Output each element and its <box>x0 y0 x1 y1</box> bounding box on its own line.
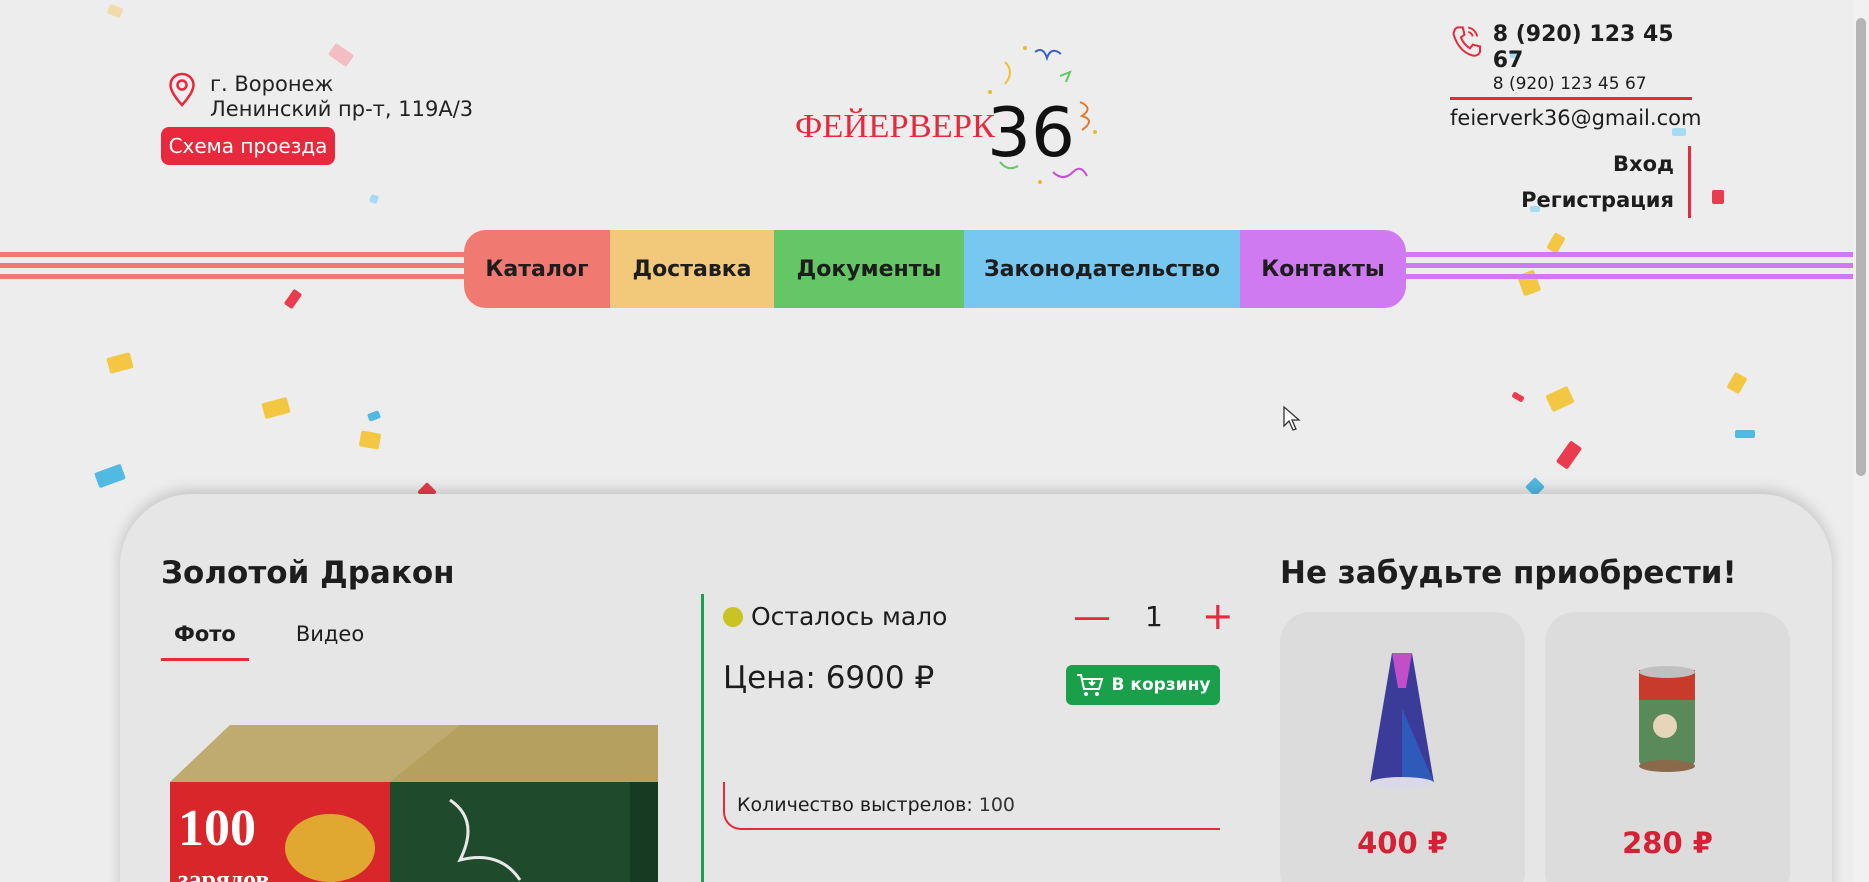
product-divider <box>701 594 704 882</box>
recommendation-price: 280 ₽ <box>1622 826 1713 860</box>
cart-icon <box>1076 674 1103 696</box>
cone-firework-image <box>1370 653 1434 789</box>
login-link[interactable]: Вход <box>1521 146 1674 182</box>
qty-plus-button[interactable]: + <box>1201 596 1235 636</box>
spec-label: Количество выстрелов: <box>737 794 973 816</box>
nav-stripes-left <box>0 252 466 284</box>
stock-dot-icon <box>723 606 743 627</box>
site-logo[interactable]: ФЕЙЕРВЕРК 36 <box>795 32 1115 202</box>
auth-links: Вход Регистрация <box>1521 146 1691 218</box>
media-tabs: Фото Видео <box>161 622 377 661</box>
address-block: г. Воронеж Ленинский пр-т, 119А/3 <box>168 72 473 122</box>
box-label-text: зарядов <box>178 865 270 882</box>
page-scrollbar[interactable] <box>1853 0 1869 882</box>
add-to-cart-button[interactable]: В корзину <box>1066 665 1220 705</box>
contact-block: 8 (920) 123 45 67 8 (920) 123 45 67 feie… <box>1450 22 1701 130</box>
nav-catalog[interactable]: Каталог <box>464 230 610 308</box>
logo-number: 36 <box>987 94 1075 173</box>
location-pin-icon <box>169 72 195 107</box>
box-label-number: 100 <box>178 800 256 857</box>
logo-text: ФЕЙЕРВЕРК <box>795 108 995 145</box>
email-link[interactable]: feierverk36@gmail.com <box>1450 106 1701 130</box>
add-to-cart-label: В корзину <box>1111 675 1211 695</box>
register-link[interactable]: Регистрация <box>1521 182 1674 218</box>
tube-firework-image <box>1639 666 1695 772</box>
stock-label: Осталось мало <box>751 602 948 631</box>
nav-legislation[interactable]: Законодательство <box>964 230 1240 308</box>
spec-value: 100 <box>978 794 1015 816</box>
address-city: г. Воронеж <box>210 72 334 96</box>
product-price: Цена: 6900 ₽ <box>723 660 935 696</box>
nav-delivery[interactable]: Доставка <box>610 230 774 308</box>
product-title: Золотой Дракон <box>161 555 455 591</box>
product-photo[interactable]: 100 зарядов <box>160 720 658 882</box>
spec-shots: Количество выстрелов: 100 <box>723 782 1220 830</box>
qty-value[interactable]: 1 <box>1145 600 1163 633</box>
scrollbar-thumb[interactable] <box>1856 18 1866 476</box>
main-nav: Каталог Доставка Документы Законодательс… <box>464 230 1406 308</box>
address-street: Ленинский пр-т, 119А/3 <box>210 97 474 121</box>
phone-icon <box>1452 26 1482 57</box>
quantity-stepper: — 1 + <box>1073 596 1235 636</box>
phone-secondary[interactable]: 8 (920) 123 45 67 <box>1493 74 1692 94</box>
qty-minus-button[interactable]: — <box>1073 596 1111 636</box>
recommendation-price: 400 ₽ <box>1357 826 1448 860</box>
route-map-button[interactable]: Схема проезда <box>161 127 335 165</box>
nav-stripes-right <box>1404 252 1853 284</box>
nav-documents[interactable]: Документы <box>774 230 964 308</box>
phone-main[interactable]: 8 (920) 123 45 67 <box>1493 22 1692 74</box>
mouse-cursor-icon <box>1283 406 1301 431</box>
nav-contacts[interactable]: Контакты <box>1240 230 1406 308</box>
tab-photo[interactable]: Фото <box>161 622 249 661</box>
tab-video[interactable]: Видео <box>283 622 377 661</box>
recommendations-title: Не забудьте приобрести! <box>1280 555 1737 591</box>
stock-status: Осталось мало <box>723 602 947 631</box>
